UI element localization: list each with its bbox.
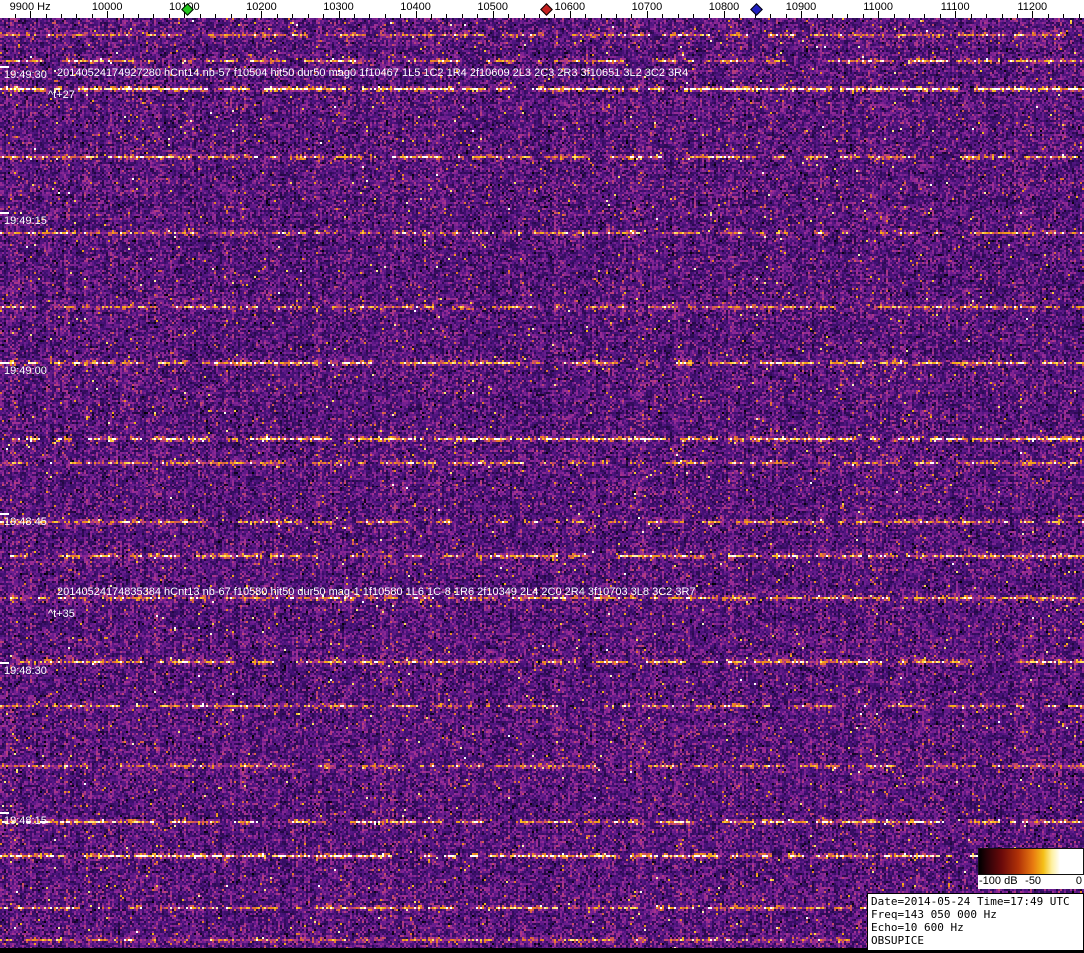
freq-tick-minor [308, 14, 309, 18]
freq-tick-minor [462, 14, 463, 18]
freq-tick-minor [924, 14, 925, 18]
freq-tick-minor [369, 14, 370, 18]
color-scale-labels: -100 dB -50 0 [978, 875, 1084, 889]
freq-tick-minor [847, 14, 848, 18]
freq-axis-label: 10900 [786, 1, 817, 13]
freq-tick-minor [277, 14, 278, 18]
freq-tick-minor [61, 14, 62, 18]
freq-tick-minor [431, 14, 432, 18]
app-root: 9900 Hz100001010010200103001040010500106… [0, 0, 1084, 953]
freq-tick-minor [1017, 14, 1018, 18]
freq-tick-minor [1079, 14, 1080, 18]
freq-tick-minor [138, 14, 139, 18]
freq-tick-minor [739, 14, 740, 18]
freq-tick-minor [662, 14, 663, 18]
freq-tick-minor [909, 14, 910, 18]
color-scale: -100 dB -50 0 [978, 848, 1084, 889]
freq-tick-minor [400, 14, 401, 18]
freq-tick-minor [123, 14, 124, 18]
freq-tick-minor [524, 14, 525, 18]
color-scale-gradient [978, 848, 1084, 875]
freq-tick-minor [1048, 14, 1049, 18]
freq-tick-minor [894, 14, 895, 18]
spectrogram-canvas [0, 18, 1084, 953]
freq-tick-minor [354, 14, 355, 18]
info-line-frequency: Freq=143 050 000 Hz [871, 908, 1080, 921]
freq-tick-minor [200, 14, 201, 18]
info-line-echo: Echo=10 600 Hz [871, 921, 1080, 934]
freq-tick-minor [585, 14, 586, 18]
freq-tick-minor [1063, 14, 1064, 18]
freq-axis-label: 10300 [323, 1, 354, 13]
freq-tick-minor [693, 14, 694, 18]
freq-tick-minor [971, 14, 972, 18]
freq-axis-label: 10400 [400, 1, 431, 13]
freq-tick-minor [385, 14, 386, 18]
freq-tick-minor [863, 14, 864, 18]
freq-axis-label: 10600 [555, 1, 586, 13]
freq-tick-minor [323, 14, 324, 18]
freq-axis-label: 11200 [1017, 1, 1047, 13]
scale-label-mid: -50 [1025, 875, 1041, 887]
freq-axis-label: 11000 [863, 1, 893, 13]
freq-tick-minor [539, 14, 540, 18]
freq-tick-minor [292, 14, 293, 18]
freq-tick-minor [770, 14, 771, 18]
freq-tick-minor [153, 14, 154, 18]
freq-tick-minor [15, 14, 16, 18]
freq-tick-minor [616, 14, 617, 18]
freq-tick-minor [601, 14, 602, 18]
scale-label-min: -100 dB [979, 875, 1018, 887]
freq-axis-label: 10500 [477, 1, 508, 13]
freq-axis-label: 11100 [941, 1, 970, 13]
freq-tick-minor [709, 14, 710, 18]
freq-tick-minor [678, 14, 679, 18]
freq-tick-minor [231, 14, 232, 18]
freq-axis-label: 10200 [246, 1, 277, 13]
freq-axis-label: 9900 Hz [10, 1, 51, 13]
freq-tick-minor [246, 14, 247, 18]
freq-tick-minor [215, 14, 216, 18]
scale-label-max: 0 [1076, 875, 1082, 887]
freq-tick-minor [986, 14, 987, 18]
freq-axis-label: 10700 [632, 1, 663, 13]
freq-axis-label: 10000 [92, 1, 123, 13]
freq-tick-minor [786, 14, 787, 18]
freq-tick-minor [817, 14, 818, 18]
freq-tick-minor [631, 14, 632, 18]
freq-tick-minor [1002, 14, 1003, 18]
freq-tick-minor [508, 14, 509, 18]
freq-tick-minor [92, 14, 93, 18]
freq-axis-label: 10800 [709, 1, 740, 13]
red-diamond-marker [540, 3, 553, 16]
blue-diamond-marker [750, 3, 763, 16]
freq-tick-minor [940, 14, 941, 18]
frequency-axis: 9900 Hz100001010010200103001040010500106… [0, 0, 1084, 18]
info-line-datetime: Date=2014-05-24 Time=17:49 UTC [871, 895, 1080, 908]
info-box: Date=2014-05-24 Time=17:49 UTC Freq=143 … [867, 893, 1084, 951]
info-line-station: OBSUPICE [871, 934, 1080, 947]
freq-tick-minor [76, 14, 77, 18]
freq-tick-minor [477, 14, 478, 18]
freq-tick-minor [169, 14, 170, 18]
freq-tick-minor [832, 14, 833, 18]
freq-tick-minor [554, 14, 555, 18]
freq-tick-minor [446, 14, 447, 18]
freq-tick-minor [46, 14, 47, 18]
